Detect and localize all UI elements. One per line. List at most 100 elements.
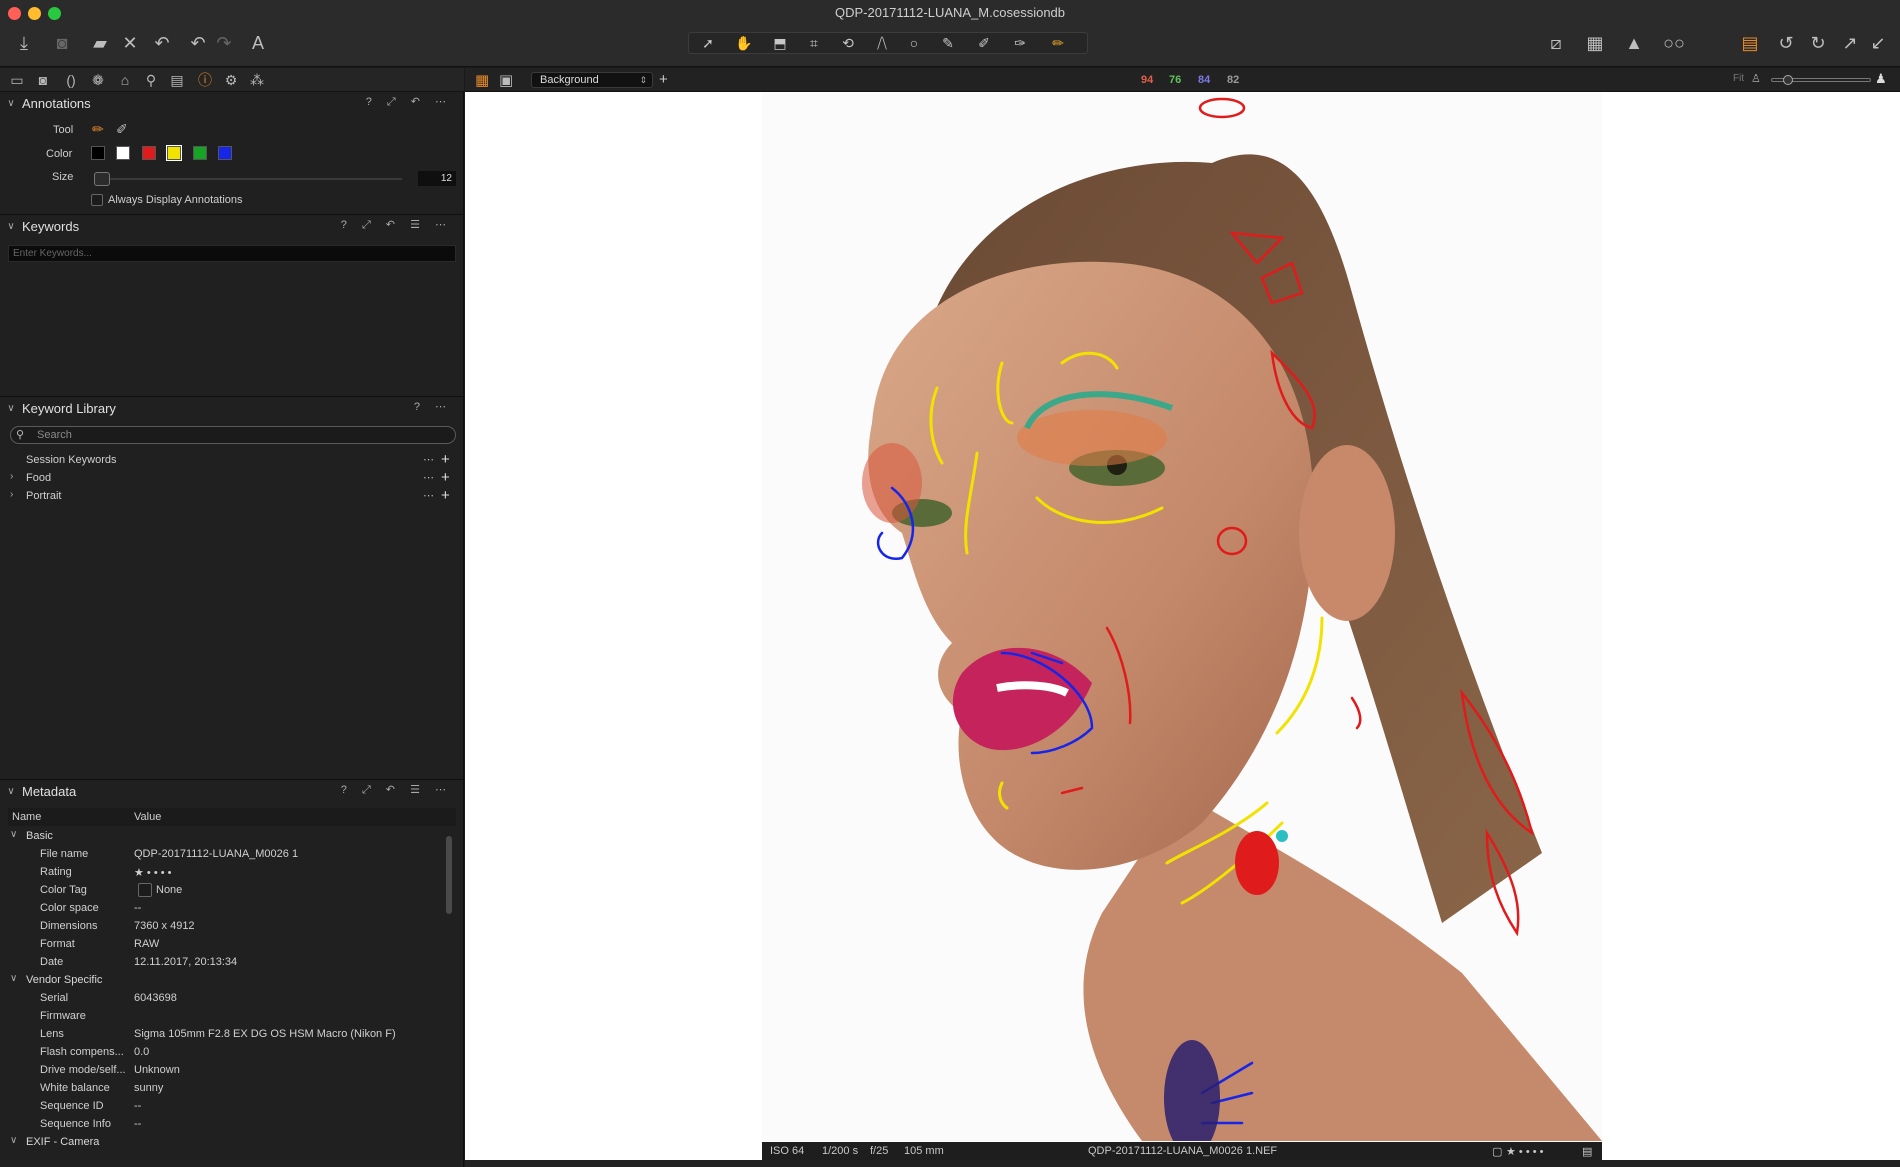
rating-stars: ★ • • • •: [134, 867, 172, 879]
person-large-icon: ♟: [1875, 71, 1887, 86]
rotate-icon[interactable]: ⟲: [831, 33, 865, 53]
section-tool-icons[interactable]: ? ⋯: [414, 400, 452, 413]
more-icon[interactable]: ⋯: [423, 489, 434, 502]
move-icon[interactable]: ▰: [86, 30, 114, 56]
settings-icon[interactable]: ⚙: [220, 70, 242, 90]
more-icon[interactable]: ⋯: [423, 453, 434, 466]
person-small-icon: ♙: [1751, 73, 1761, 85]
color-picker-icon[interactable]: ✐: [967, 33, 1001, 53]
color-swatch-green[interactable]: [193, 146, 207, 160]
always-display-checkbox[interactable]: [91, 194, 103, 206]
lens-icon[interactable]: (): [60, 70, 82, 90]
batch-icon[interactable]: ⁂: [246, 70, 268, 90]
capture-icon[interactable]: ◙: [32, 70, 54, 90]
zoom-slider-handle[interactable]: [1783, 75, 1793, 85]
color-swatch-yellow[interactable]: [166, 145, 182, 161]
table-row: White balance sunny: [40, 1082, 164, 1094]
col-value-header: Value: [134, 811, 162, 823]
undo-all-icon[interactable]: ↶: [148, 30, 176, 56]
chevron-right-icon[interactable]: ›: [10, 471, 13, 482]
metadata-group-vendor[interactable]: ∨ Vendor Specific: [0, 972, 448, 989]
eraser-icon[interactable]: ✑: [1003, 33, 1037, 53]
folder-icon[interactable]: ▭: [6, 70, 28, 90]
size-slider-handle[interactable]: [94, 172, 110, 186]
select-cursor-icon[interactable]: ➚: [691, 33, 725, 53]
text-icon[interactable]: A: [244, 30, 272, 56]
loupe-icon[interactable]: ⬒: [763, 33, 797, 53]
color-label: Color: [46, 148, 73, 160]
color-tag-box[interactable]: [138, 883, 152, 897]
keystone-icon[interactable]: ⧸⧹: [865, 33, 899, 53]
output-icon[interactable]: ▤: [166, 70, 188, 90]
image-viewer: ▦ ▣ Background ⇕ + 94 76 84 82 Fit ♙ ♟ I…: [465, 68, 1900, 1167]
color-swatch-black[interactable]: [91, 146, 105, 160]
add-layer-icon[interactable]: +: [659, 71, 668, 88]
brush-icon[interactable]: ✎: [931, 33, 965, 53]
section-tool-icons[interactable]: ? ⤢ ↶ ☰ ⋯: [341, 783, 452, 797]
metadata-scrollbar[interactable]: [446, 836, 452, 914]
list-item[interactable]: › Food ⋯ +: [0, 469, 464, 487]
section-tool-icons[interactable]: ? ⤢ ↶ ☰ ⋯: [341, 218, 452, 232]
table-row[interactable]: Rating ★ • • • •: [0, 864, 448, 881]
add-icon[interactable]: +: [441, 451, 450, 468]
glasses-icon[interactable]: ○○: [1660, 30, 1688, 56]
info-panel-icon[interactable]: ▤: [1582, 1145, 1592, 1158]
keyword-library-search[interactable]: ⚲ Search: [10, 426, 456, 444]
grid-icon[interactable]: ▦: [1581, 30, 1609, 56]
camera-icon[interactable]: ◙: [48, 30, 76, 56]
add-icon[interactable]: +: [441, 487, 450, 504]
pan-icon[interactable]: ✋: [727, 33, 761, 53]
eraser-tool-icon[interactable]: ✐: [116, 121, 128, 138]
size-slider-track[interactable]: [96, 178, 402, 180]
single-view-icon[interactable]: ▣: [499, 71, 513, 89]
photo-info-bar: ISO 64 1/200 s f/25 105 mm QDP-20171112-…: [762, 1142, 1602, 1160]
metadata-title: Metadata: [22, 783, 77, 799]
keyword-library-header[interactable]: ∨ Keyword Library ? ⋯: [0, 398, 464, 418]
size-value[interactable]: 12: [418, 171, 456, 186]
list-item[interactable]: › Portrait ⋯ +: [0, 487, 464, 505]
annotations-header[interactable]: ∨ Annotations ? ⤢ ↶ ⋯: [0, 93, 464, 113]
metadata-header[interactable]: ∨ Metadata ? ⤢ ↶ ☰ ⋯: [0, 781, 464, 801]
zoom-fit-label[interactable]: Fit: [1733, 73, 1744, 84]
annotation-pen-icon[interactable]: ✏: [1041, 33, 1075, 53]
table-row: Color space --: [40, 902, 142, 914]
delete-icon[interactable]: ✕: [116, 30, 144, 56]
import-icon[interactable]: ⤓: [10, 30, 38, 56]
metadata-group-basic[interactable]: ∨ Basic: [0, 828, 448, 845]
rating-stars[interactable]: ★ • • • •: [1506, 1145, 1544, 1158]
table-row: Sequence ID --: [40, 1100, 142, 1112]
color-tag-box[interactable]: ▢: [1492, 1145, 1502, 1158]
crop-icon[interactable]: ⌗: [797, 33, 831, 53]
section-tool-icons[interactable]: ? ⤢ ↶ ⋯: [366, 95, 452, 109]
expand-icon[interactable]: ↗: [1836, 30, 1864, 56]
metadata-group-exif-camera[interactable]: ∨ EXIF - Camera: [0, 1134, 448, 1151]
list-item[interactable]: Session Keywords ⋯ +: [0, 451, 464, 469]
collapse-icon[interactable]: ↙: [1864, 30, 1892, 56]
shutter-value: 1/200 s: [822, 1145, 859, 1157]
keywords-input[interactable]: Enter Keywords...: [8, 245, 456, 262]
exposure-icon[interactable]: ⌂: [114, 70, 136, 90]
metadata-info-icon[interactable]: ⓘ: [194, 70, 216, 90]
chevron-right-icon[interactable]: ›: [10, 489, 13, 500]
color-swatch-blue[interactable]: [218, 146, 232, 160]
details-icon[interactable]: ⚲: [140, 70, 162, 90]
redo-icon[interactable]: ↷: [210, 30, 238, 56]
table-row[interactable]: Color Tag None: [0, 882, 448, 899]
portrait-photo[interactable]: [762, 93, 1602, 1141]
color-swatch-white[interactable]: [116, 146, 130, 160]
rotate-left-icon[interactable]: ↺: [1772, 30, 1800, 56]
keywords-header[interactable]: ∨ Keywords ? ⤢ ↶ ☰ ⋯: [0, 216, 464, 236]
layer-select[interactable]: Background ⇕: [531, 72, 653, 88]
color-icon[interactable]: ❁: [87, 70, 109, 90]
warning-icon[interactable]: ▲: [1620, 30, 1648, 56]
pen-tool-icon[interactable]: ✏: [92, 121, 104, 138]
undo-icon[interactable]: ↶: [184, 30, 212, 56]
rotate-right-icon[interactable]: ↻: [1804, 30, 1832, 56]
color-swatch-red[interactable]: [142, 146, 156, 160]
add-icon[interactable]: +: [441, 469, 450, 486]
edit-icon[interactable]: ⧄: [1542, 30, 1570, 56]
spot-removal-icon[interactable]: ○: [897, 33, 931, 53]
stack-icon[interactable]: ▤: [1736, 30, 1764, 56]
more-icon[interactable]: ⋯: [423, 471, 434, 484]
multi-view-icon[interactable]: ▦: [475, 71, 489, 89]
